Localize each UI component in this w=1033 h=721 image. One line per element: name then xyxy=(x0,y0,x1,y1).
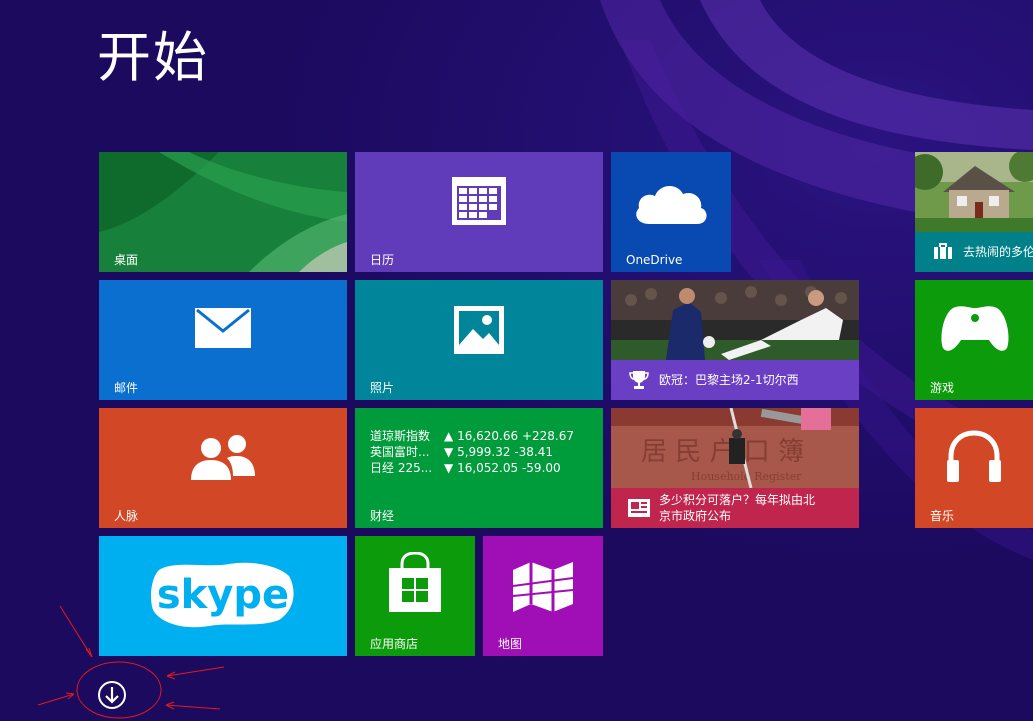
red-annotation-overlay xyxy=(37,605,225,719)
